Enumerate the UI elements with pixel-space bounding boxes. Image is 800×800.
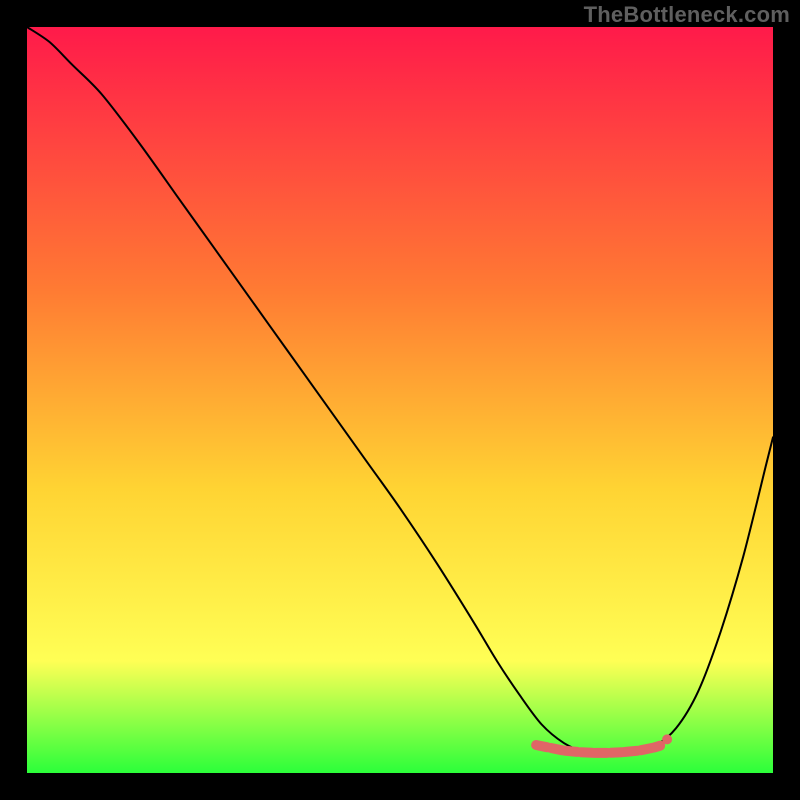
- watermark-label: TheBottleneck.com: [584, 2, 790, 28]
- marker-dot: [662, 734, 672, 744]
- marker-dash: [536, 745, 547, 747]
- gradient-background: [27, 27, 773, 773]
- marker-dot: [619, 747, 629, 757]
- marker-dot: [589, 748, 599, 758]
- chart-plot: [27, 27, 773, 773]
- marker-dot: [649, 743, 659, 753]
- marker-dot: [559, 746, 569, 756]
- chart-container: TheBottleneck.com: [0, 0, 800, 800]
